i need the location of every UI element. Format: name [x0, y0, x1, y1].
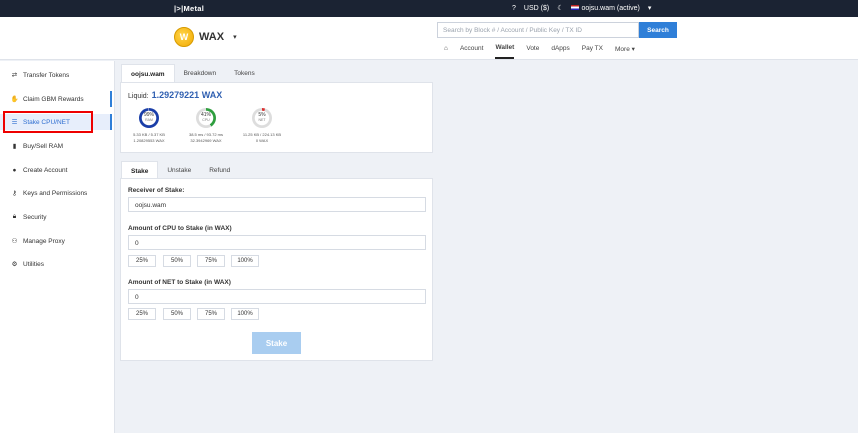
search-button[interactable]: Search: [639, 22, 677, 38]
net-50-button[interactable]: 50%: [163, 308, 191, 320]
sidebar-item-security[interactable]: 🔒︎ Security: [0, 209, 112, 225]
cpu-stats: 38.5 ms / 93.72 ms 32.3942969 WAX: [188, 132, 223, 143]
cpu-100-button[interactable]: 100%: [231, 255, 259, 267]
hand-icon: ✋: [10, 96, 19, 103]
ram-stats: 5.33 KB / 5.37 KB 1.20829553 WAX: [133, 132, 165, 143]
sidebar-item-utilities[interactable]: ⚙ Utilities: [0, 256, 112, 272]
net-100-button[interactable]: 100%: [231, 308, 259, 320]
nav-pay-tx[interactable]: Pay TX: [582, 45, 603, 58]
cpu-amount-label: Amount of CPU to Stake (in WAX): [128, 225, 232, 232]
liquid-value: 1.29279221 WAX: [151, 90, 223, 100]
account-name: oojsu.wam (active): [581, 4, 640, 12]
sidebar-item-create-account[interactable]: ● Create Account: [0, 162, 112, 178]
account-menu[interactable]: oojsu.wam (active): [571, 4, 640, 12]
cpu-50-button[interactable]: 50%: [163, 255, 191, 267]
main-nav: ⌂ Account Wallet Vote dApps Pay TX More …: [444, 44, 635, 59]
account-caret-icon[interactable]: ▾: [648, 4, 652, 12]
cpu-25-button[interactable]: 25%: [128, 255, 156, 267]
cpu-amount-input[interactable]: 0: [128, 235, 426, 250]
users-icon: ⚇: [11, 238, 18, 245]
sidebar-item-transfer-tokens[interactable]: ⇄ Transfer Tokens: [0, 67, 112, 83]
stake-form-panel: Receiver of Stake: oojsu.wam Amount of C…: [120, 178, 433, 361]
search-input[interactable]: Search by Block # / Account / Public Key…: [437, 22, 639, 38]
net-stats: 11.25 KB / 224.13 KB 0 WAX: [242, 132, 282, 143]
lock-icon: 🔒︎: [12, 213, 17, 220]
account-resources-panel: Liquid: 1.29279221 WAX 99% RAM 5.33 KB / …: [120, 82, 433, 153]
chevron-down-icon: ▾: [233, 34, 237, 41]
net-amount-input[interactable]: 0: [128, 289, 426, 304]
help-circle-icon[interactable]: ?: [512, 5, 516, 12]
transfer-icon: ⇄: [11, 72, 18, 79]
net-25-button[interactable]: 25%: [128, 308, 156, 320]
currency-selector[interactable]: USD ($): [524, 5, 549, 12]
key-icon: ⚷: [12, 190, 17, 197]
user-icon: ●: [12, 166, 17, 174]
nav-wallet[interactable]: Wallet: [495, 44, 515, 59]
stake-button[interactable]: Stake: [252, 332, 301, 354]
receiver-label: Receiver of Stake:: [128, 187, 185, 194]
sidebar-item-keys-and-permissions[interactable]: ⚷ Keys and Permissions: [0, 185, 112, 201]
liquid-balance: Liquid: 1.29279221 WAX: [128, 90, 223, 100]
nav-dapps[interactable]: dApps: [551, 45, 569, 58]
chain-name: WAX: [199, 31, 225, 43]
gear-icon: ⚙: [11, 261, 18, 268]
ram-gauge: 99% RAM: [139, 108, 159, 128]
moon-icon[interactable]: ☾: [557, 4, 563, 12]
highlight-annotation: [3, 111, 93, 133]
memory-icon: ▮: [12, 143, 17, 150]
wax-logo-icon: W: [174, 27, 194, 47]
receiver-input[interactable]: oojsu.wam: [128, 197, 426, 212]
header: W WAX ▾ Search by Block # / Account / Pu…: [0, 17, 858, 60]
sidebar-item-manage-proxy[interactable]: ⚇ Manage Proxy: [0, 233, 112, 249]
net-75-button[interactable]: 75%: [197, 308, 225, 320]
cpu-gauge: 41% CPU: [196, 108, 216, 128]
sidebar-item-claim-gbm-rewards[interactable]: ✋ Claim GBM Rewards: [0, 91, 112, 107]
brand-logo[interactable]: |>|Metal: [174, 4, 204, 13]
sidebar-item-buy-sell-ram[interactable]: ▮ Buy/Sell RAM: [0, 138, 112, 154]
net-amount-label: Amount of NET to Stake (in WAX): [128, 279, 231, 286]
cpu-75-button[interactable]: 75%: [197, 255, 225, 267]
home-icon[interactable]: ⌂: [444, 45, 448, 58]
flag-icon: [571, 4, 580, 10]
net-gauge: 5% NET: [252, 108, 272, 128]
nav-account[interactable]: Account: [460, 45, 484, 58]
nav-vote[interactable]: Vote: [526, 45, 539, 58]
nav-more[interactable]: More ▾: [615, 45, 635, 59]
top-bar: |>|Metal ? USD ($) ☾ oojsu.wam (active) …: [0, 0, 858, 17]
topbar-right: ? USD ($) ☾ oojsu.wam (active) ▾: [512, 4, 651, 12]
chain-selector[interactable]: W WAX ▾: [174, 27, 237, 47]
